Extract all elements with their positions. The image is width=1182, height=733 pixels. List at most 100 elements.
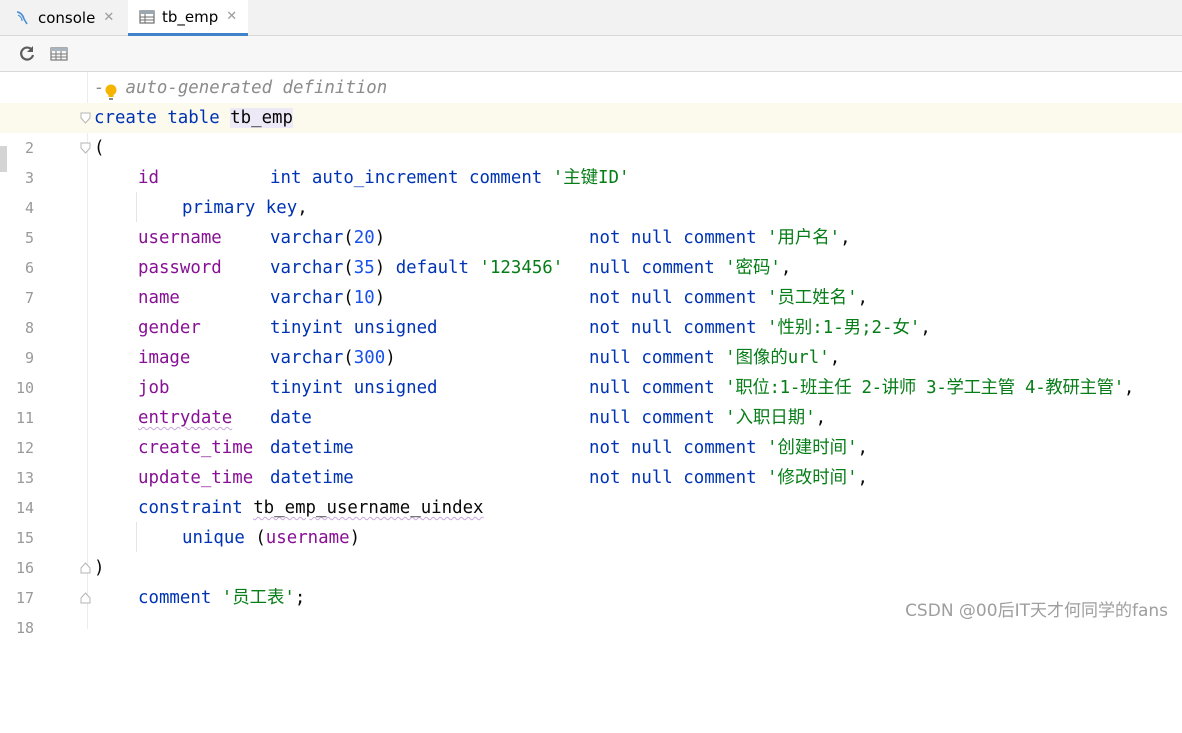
code-line: 7 password varchar(35) default '123456' … [0,253,1182,307]
column-name: username [138,228,222,248]
kw-comment: comment [641,408,715,428]
comment-string: '图像的url' [725,348,830,368]
comma: , [857,288,869,308]
fold-icon[interactable] [80,562,91,574]
fold-icon[interactable] [80,592,91,604]
column-name: create_time [138,438,254,458]
code-line: 4 id int auto_increment comment '主键ID' [0,163,1182,217]
table-icon [139,9,155,24]
code-line: 1 -auto-generated definition [0,73,1182,127]
kw-null: null [589,348,631,368]
column-type: date [270,408,312,428]
column-name: job [138,378,170,398]
close-icon[interactable]: ✕ [226,9,237,24]
code-line: 17 ) [0,553,1182,607]
type-length: 300 [353,348,386,368]
column-type: varchar [270,258,344,278]
type-length: 20 [353,228,375,248]
comma: , [297,198,308,218]
paren: ( [343,348,354,368]
table-view-icon[interactable] [49,44,69,64]
kw-not-null: not null [589,288,673,308]
comma: , [829,348,841,368]
code-line: 9 gender tinyint unsigned not null comme… [0,313,1182,367]
comma: , [857,438,869,458]
kw-comment: comment [683,228,757,248]
kw-create: create [94,108,157,128]
kw-table: table [167,108,220,128]
sql-editor[interactable]: 1 -auto-generated definition 2 create ta… [0,72,1182,637]
comma: , [857,468,869,488]
kw-comment: comment [683,318,757,338]
column-type: varchar [270,348,344,368]
table-name: tb_emp [230,108,293,128]
kw-comment: comment [683,438,757,458]
lightbulb-icon[interactable] [104,83,118,102]
kw-null: null [589,378,631,398]
refresh-icon[interactable] [17,44,37,64]
comment-string: '职位:1-班主任 2-讲师 3-学工主管 4-教研主管' [725,378,1124,398]
paren: ( [255,528,266,548]
default-value: '123456' [479,258,564,278]
comment-string: '用户名' [767,228,841,248]
column-name: gender [138,318,201,338]
constraint-name: tb_emp_username_uindex [253,498,484,518]
column-name: id [138,168,159,188]
kw-comment: comment [138,588,212,608]
kw-null: null [589,258,631,278]
kw-comment: comment [641,348,715,368]
column-type: varchar [270,228,344,248]
kw-key: key [265,198,298,218]
comma: , [1123,378,1135,398]
paren: ( [343,288,354,308]
comma: , [780,258,792,278]
code-line: 15 constraint tb_emp_username_uindex [0,493,1182,547]
paren: ( [343,228,354,248]
code-line: 8 name varchar(10) not null comment '员工姓… [0,283,1182,337]
kw-comment: comment [683,468,757,488]
column-type: int [270,168,302,188]
tab-bar: console ✕ tb_emp ✕ [0,0,1182,36]
close-paren: ) [94,558,105,578]
comment-string: '主键ID' [552,168,630,188]
kw-default: default [395,258,469,278]
column-type: tinyint unsigned [270,318,438,338]
code-line: 14 update_time datetime not null comment… [0,463,1182,517]
tab-tb-emp[interactable]: tb_emp ✕ [128,0,248,36]
code-line: 6 username varchar(20) not null comment … [0,223,1182,277]
column-type: varchar [270,288,344,308]
kw-comment: comment [641,258,715,278]
paren: ) [374,258,386,278]
tab-console[interactable]: console ✕ [14,0,128,35]
editor-toolbar [0,36,1182,72]
semicolon: ; [294,588,306,608]
kw-comment: comment [641,378,715,398]
comment-string: '员工表' [221,588,295,608]
fold-icon[interactable] [80,142,91,154]
kw-not-null: not null [589,228,673,248]
code-line: 12 entrydate date null comment '入职日期', [0,403,1182,457]
comment-string: '员工姓名' [767,288,858,308]
close-icon[interactable]: ✕ [103,10,114,25]
kw-unique: unique [182,528,245,548]
comment-string: '密码' [725,258,781,278]
comma: , [840,228,851,248]
code-line: 10 image varchar(300) null comment '图像的u… [0,343,1182,397]
paren: ) [385,348,396,368]
kw-constraint: constraint [138,498,243,518]
comment-dash: - [94,78,105,98]
column-name: password [138,258,222,278]
code-line: 13 create_time datetime not null comment… [0,433,1182,487]
kw-not-null: not null [589,318,673,338]
kw-auto-increment: auto_increment [311,168,459,188]
column-type: datetime [270,468,354,488]
code-line: 16 unique (username) [0,523,1182,577]
comment-string: '创建时间' [767,438,858,458]
comma: , [920,318,931,338]
kw-null: null [589,408,631,428]
open-paren: ( [94,138,105,158]
code-line: 11 job tinyint unsigned null comment '职位… [0,373,1182,427]
fold-icon[interactable] [80,112,91,124]
comment-text: auto-generated definition [125,78,388,98]
console-icon [16,10,28,24]
